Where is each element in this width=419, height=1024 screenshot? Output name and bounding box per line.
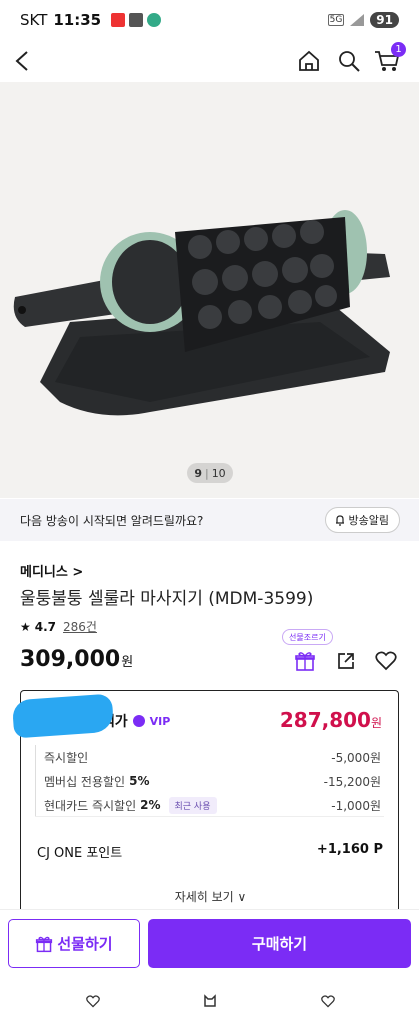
status-right: 5G 91 bbox=[327, 12, 399, 28]
app-notification-icon bbox=[111, 13, 126, 27]
header: 1 bbox=[0, 40, 419, 82]
gift-request-button[interactable] bbox=[292, 648, 318, 674]
share-button[interactable] bbox=[333, 648, 359, 674]
product-title: 울퉁불퉁 셀룰라 마사지기 (MDM-3599) bbox=[20, 589, 314, 609]
nav-home-button[interactable] bbox=[202, 993, 218, 1009]
system-nav-bar bbox=[0, 981, 419, 1024]
image-current: 9 bbox=[194, 466, 202, 480]
rating: ★ 4.7 286건 bbox=[20, 618, 97, 635]
search-button[interactable] bbox=[334, 46, 364, 76]
points-row: CJ ONE 포인트 +1,160 P bbox=[37, 842, 383, 861]
price-value: 309,000 bbox=[20, 647, 121, 672]
image-total: 10 bbox=[211, 466, 226, 480]
back-button[interactable] bbox=[8, 46, 38, 76]
discount-label: 멤버십 전용할인 bbox=[44, 774, 126, 789]
carrier-label: SKT bbox=[20, 11, 48, 29]
bell-icon bbox=[335, 515, 344, 526]
cart-button[interactable]: 1 bbox=[372, 42, 406, 76]
discount-line: 멤버십 전용할인 5% -15,200원 bbox=[44, 769, 384, 793]
gift-button-label: 선물하기 bbox=[57, 935, 113, 953]
broadcast-alert-text: 다음 방송이 시작되면 알려드릴까요? bbox=[20, 513, 204, 528]
notification-icons bbox=[111, 13, 162, 27]
m-app-icon bbox=[129, 13, 144, 27]
recently-used-tag: 최근 사용 bbox=[168, 796, 217, 814]
image-counter: 9 | 10 bbox=[187, 463, 233, 483]
buy-button[interactable]: 구매하기 bbox=[148, 919, 411, 968]
discount-line: 현대카드 즉시할인 2% 최근 사용 -1,000원 bbox=[44, 793, 384, 817]
globe-icon bbox=[147, 13, 162, 27]
discount-percent: 2% bbox=[140, 798, 161, 812]
home-icon bbox=[299, 50, 319, 71]
nav-left-button[interactable] bbox=[85, 993, 101, 1009]
star-icon: ★ bbox=[20, 619, 31, 634]
gift-icon bbox=[36, 936, 53, 952]
discount-line: 즉시할인 -5,000원 bbox=[44, 745, 384, 769]
heart-outline-icon bbox=[321, 994, 335, 1007]
points-label: CJ ONE 포인트 bbox=[37, 846, 123, 861]
massager-illustration bbox=[13, 210, 390, 416]
review-count-link[interactable]: 286건 bbox=[63, 618, 97, 635]
broadcast-alert-button-label: 방송알림 bbox=[348, 514, 389, 527]
benefit-price-unit: 원 bbox=[370, 716, 382, 730]
benefit-detail-link[interactable]: 자세히 보기 ∨ bbox=[21, 888, 400, 905]
buy-button-label: 구매하기 bbox=[251, 935, 308, 953]
signal-icon bbox=[350, 14, 365, 26]
discount-list: 즉시할인 -5,000원 멤버십 전용할인 5% -15,200원 현대카드 즉… bbox=[35, 745, 384, 817]
vip-icon bbox=[132, 715, 145, 727]
wishlist-button[interactable] bbox=[373, 648, 399, 674]
purchase-action-bar: 선물하기 구매하기 bbox=[0, 909, 419, 981]
clock: 11:35 bbox=[53, 11, 102, 29]
share-icon bbox=[338, 653, 354, 669]
gift-request-tooltip: 선물조르기 bbox=[282, 629, 333, 645]
gift-icon bbox=[295, 652, 315, 671]
network-label: 5G bbox=[327, 14, 345, 26]
product-price: 309,000원 bbox=[20, 647, 133, 672]
discount-label: 즉시할인 bbox=[44, 750, 89, 765]
points-value: +1,160 P bbox=[316, 842, 383, 857]
benefit-price-value: 287,800 bbox=[279, 708, 371, 732]
redaction-mark bbox=[11, 693, 115, 739]
vip-label: VIP bbox=[149, 714, 171, 728]
benefit-price-box: 혜택가 VIP 287,800원 즉시할인 -5,000원 멤버십 전용할인 5… bbox=[11, 690, 400, 910]
gift-button[interactable]: 선물하기 bbox=[8, 919, 140, 968]
product-image[interactable] bbox=[0, 82, 419, 498]
discount-label: 현대카드 즉시할인 bbox=[44, 798, 137, 813]
discount-value: -5,000원 bbox=[331, 750, 381, 765]
cat-face-icon bbox=[204, 994, 216, 1007]
cart-count-badge: 1 bbox=[391, 42, 406, 57]
back-arrow-icon bbox=[15, 51, 28, 71]
benefit-price: 287,800원 bbox=[280, 708, 382, 732]
price-unit: 원 bbox=[121, 655, 134, 670]
discount-value: -15,200원 bbox=[323, 774, 381, 789]
status-bar: SKT 11:35 5G 91 bbox=[0, 0, 419, 40]
home-button[interactable] bbox=[294, 46, 324, 76]
nav-right-button[interactable] bbox=[320, 993, 336, 1009]
broadcast-alert-button[interactable]: 방송알림 bbox=[324, 507, 400, 533]
brand-link[interactable]: 메디니스 > bbox=[20, 561, 83, 580]
rating-score: 4.7 bbox=[34, 619, 57, 634]
discount-percent: 5% bbox=[129, 774, 150, 788]
benefit-divider bbox=[35, 816, 384, 817]
battery-indicator: 91 bbox=[370, 12, 399, 28]
search-icon bbox=[339, 51, 360, 72]
discount-value: -1,000원 bbox=[331, 798, 381, 813]
heart-outline-icon bbox=[86, 994, 100, 1007]
broadcast-alert-bar: 다음 방송이 시작되면 알려드릴까요? 방송알림 bbox=[0, 499, 419, 541]
heart-icon bbox=[375, 651, 397, 671]
